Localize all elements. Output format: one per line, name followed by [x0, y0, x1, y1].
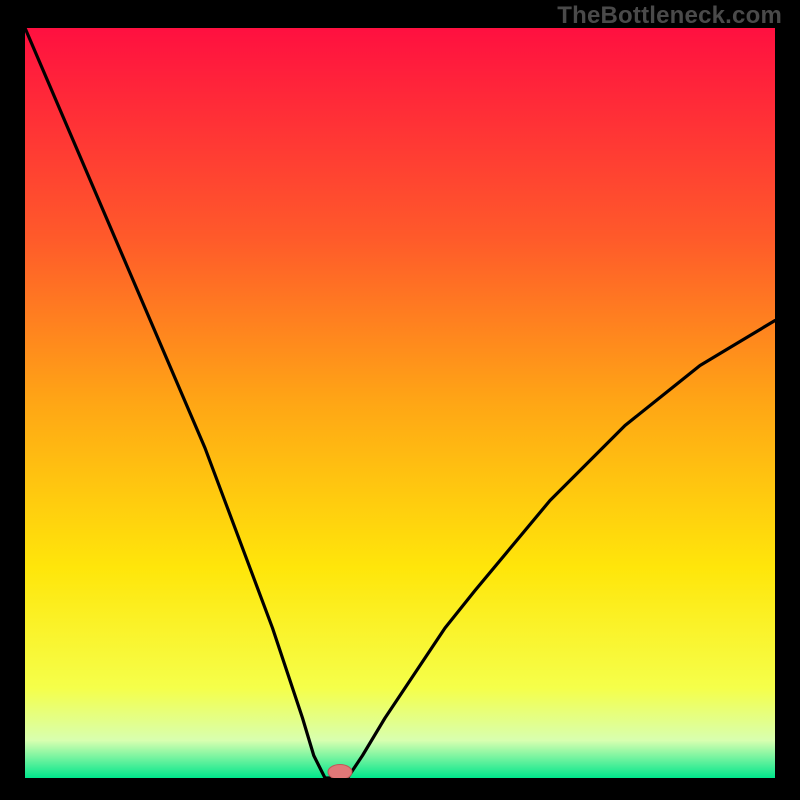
- watermark-text: TheBottleneck.com: [557, 2, 782, 30]
- optimum-marker: [328, 765, 352, 779]
- chart-background: [25, 28, 775, 778]
- chart-frame: TheBottleneck.com: [0, 0, 800, 800]
- plot-area: [25, 28, 775, 778]
- bottleneck-chart: [25, 28, 775, 778]
